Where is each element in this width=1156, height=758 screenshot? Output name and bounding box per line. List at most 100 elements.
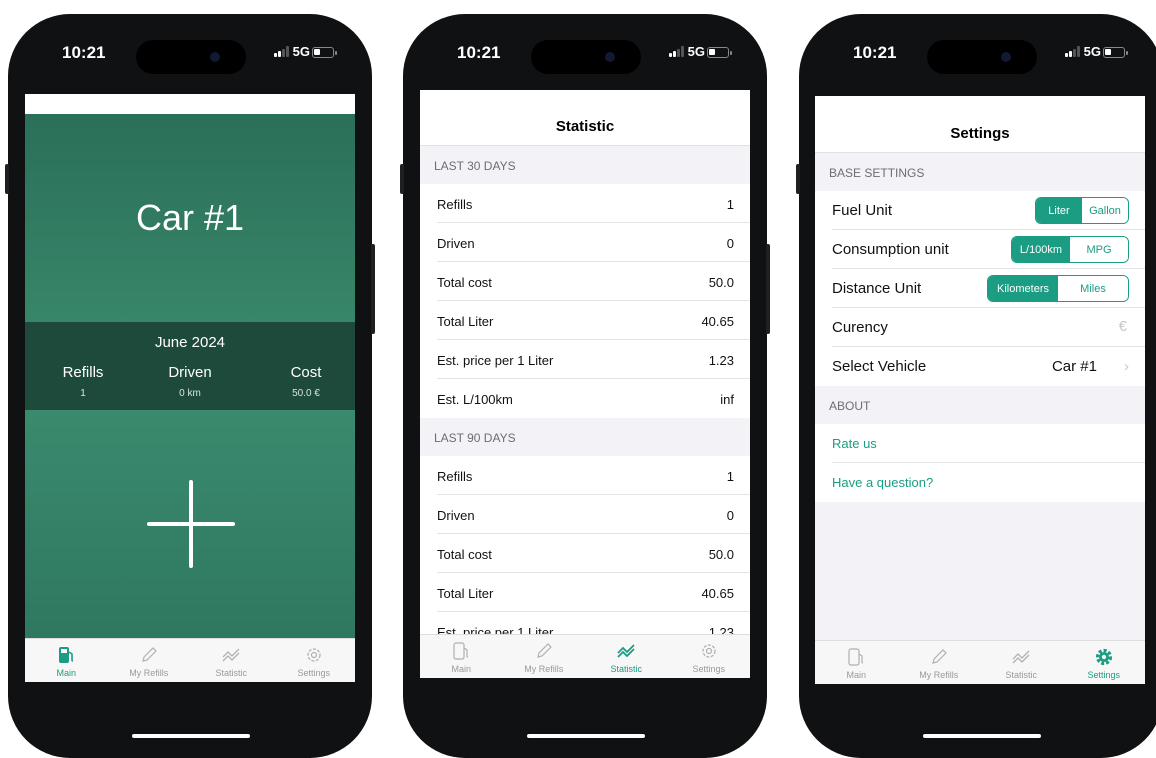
- consumption-option-l100km[interactable]: L/100km: [1012, 237, 1070, 262]
- tab-my-refills[interactable]: My Refills: [108, 639, 191, 682]
- fuel-unit-segmented-control: Liter Gallon: [1035, 197, 1129, 224]
- stat-label: Est. L/100km: [437, 392, 513, 407]
- gear-icon: [1095, 648, 1112, 666]
- consumption-unit-row: Consumption unit L/100km MPG: [815, 230, 1145, 269]
- add-refill-plus-icon[interactable]: [147, 480, 235, 568]
- status-time: 10:21: [62, 43, 106, 62]
- rate-us-link[interactable]: Rate us: [815, 424, 1145, 463]
- home-indicator[interactable]: [527, 734, 645, 738]
- tab-my-refills[interactable]: My Refills: [503, 635, 586, 678]
- tab-statistic[interactable]: Statistic: [585, 635, 668, 678]
- car-name: Car #1: [135, 197, 245, 238]
- distance-option-miles[interactable]: Miles: [1058, 276, 1128, 301]
- car-hero[interactable]: Car #1: [25, 114, 355, 322]
- tab-statistic[interactable]: Statistic: [190, 639, 273, 682]
- tab-statistic-label: Statistic: [1005, 670, 1037, 680]
- tab-settings-label: Settings: [297, 668, 331, 678]
- settings-screen: Settings BASE SETTINGS Fuel Unit Liter G…: [815, 96, 1145, 684]
- tab-bar: Main My Refills Statistic Settings: [815, 640, 1145, 684]
- phone-settings: 10:21 5G Settings BASE SETTINGS Fuel Uni…: [796, 14, 1156, 758]
- tab-my-refills-label: My Refills: [129, 668, 169, 678]
- tab-bar: Main My Refills Statistic Settings: [420, 634, 750, 678]
- stat-value: 50.0: [708, 275, 734, 290]
- fuel-unit-option-liter[interactable]: Liter: [1036, 198, 1082, 223]
- stat-label: Driven: [437, 236, 475, 251]
- statistic-screen: Statistic LAST 30 DAYS Refills 1 Driven 0 …: [420, 90, 750, 678]
- tab-main[interactable]: Main: [815, 641, 898, 684]
- tab-main-label: Main: [846, 670, 866, 680]
- tab-main[interactable]: Main: [25, 639, 108, 682]
- have-a-question-label: Have a question?: [832, 475, 934, 490]
- tab-main[interactable]: Main: [420, 635, 503, 678]
- page-title: Settings: [815, 96, 1145, 153]
- status-bar: 10:21 5G: [799, 34, 1156, 74]
- stat-value: 50.0: [708, 547, 734, 562]
- phone-main: 10:21 5G Car #1 June 2024 Refills 1 Driv…: [5, 14, 375, 758]
- rate-us-label: Rate us: [832, 436, 877, 451]
- gear-icon: [307, 648, 321, 662]
- pencil-icon: [536, 643, 552, 658]
- refills-label: Refills: [62, 364, 104, 381]
- stat-row: Total cost 50.0: [420, 534, 750, 573]
- add-refill-area[interactable]: [25, 410, 355, 638]
- fuel-unit-option-gallon[interactable]: Gallon: [1082, 198, 1128, 223]
- tab-settings[interactable]: Settings: [1063, 641, 1146, 684]
- select-vehicle-row[interactable]: Select Vehicle Car #1 ›: [815, 347, 1145, 386]
- signal-indicator: 5G: [1064, 44, 1101, 59]
- chart-line-icon: [617, 644, 635, 658]
- driven-summary: Driven 0 km: [160, 364, 220, 399]
- network-label: 5G: [687, 44, 705, 59]
- stat-row: Est. L/100km inf: [420, 379, 750, 418]
- stat-label: Driven: [437, 508, 475, 523]
- home-indicator[interactable]: [132, 734, 250, 738]
- stat-row: Est. price per 1 Liter 1.23: [420, 340, 750, 379]
- currency-label: Curency: [832, 319, 888, 336]
- tab-statistic-label: Statistic: [215, 668, 247, 678]
- stat-row: Total cost 50.0: [420, 262, 750, 301]
- stat-row: Driven 0: [420, 223, 750, 262]
- page-title: Statistic: [420, 90, 750, 146]
- tab-statistic[interactable]: Statistic: [980, 641, 1063, 684]
- consumption-unit-segmented-control: L/100km MPG: [1011, 236, 1129, 263]
- signal-indicator: 5G: [668, 44, 705, 59]
- pencil-icon: [141, 647, 157, 662]
- currency-row[interactable]: Curency €: [815, 308, 1145, 347]
- stat-value: 40.65: [701, 314, 734, 329]
- tab-my-refills[interactable]: My Refills: [898, 641, 981, 684]
- home-indicator[interactable]: [923, 734, 1041, 738]
- status-bar: 10:21 5G: [403, 34, 767, 74]
- cost-summary: Cost 50.0 €: [270, 364, 342, 399]
- stat-row: Total Liter 40.65: [420, 301, 750, 340]
- signal-icon: [668, 46, 684, 57]
- consumption-option-mpg[interactable]: MPG: [1070, 237, 1128, 262]
- stat-value: 0: [726, 236, 734, 251]
- tab-settings-label: Settings: [1087, 670, 1121, 680]
- currency-value: €: [1118, 318, 1127, 335]
- tab-statistic-label: Statistic: [610, 664, 642, 674]
- tab-settings[interactable]: Settings: [273, 639, 356, 682]
- tab-main-label: Main: [451, 664, 471, 674]
- stat-row: Refills 1: [420, 456, 750, 495]
- have-a-question-link[interactable]: Have a question?: [815, 463, 1145, 502]
- section-header-30-days: LAST 30 DAYS: [420, 146, 750, 184]
- stat-label: Refills: [437, 469, 473, 484]
- stat-label: Refills: [437, 197, 473, 212]
- distance-option-kilometers[interactable]: Kilometers: [988, 276, 1058, 301]
- chart-line-icon: [222, 648, 240, 662]
- driven-value: 0 km: [179, 388, 201, 399]
- selected-vehicle-value: Car #1: [1051, 358, 1097, 375]
- tab-main-label: Main: [56, 668, 76, 678]
- dynamic-island: [136, 40, 246, 74]
- cost-value: 50.0 €: [292, 388, 320, 399]
- stat-value: 40.65: [701, 586, 734, 601]
- tab-my-refills-label: My Refills: [524, 664, 564, 674]
- tab-settings[interactable]: Settings: [668, 635, 751, 678]
- section-header-base-settings: BASE SETTINGS: [815, 153, 1145, 191]
- refills-summary: Refills 1: [53, 364, 113, 399]
- summary-month: June 2024: [154, 334, 226, 351]
- stat-label: Total cost: [437, 275, 492, 290]
- tab-bar: Main My Refills Statistic Settings: [25, 638, 355, 682]
- tab-settings-label: Settings: [692, 664, 726, 674]
- main-screen: Car #1 June 2024 Refills 1 Driven 0 km C…: [25, 94, 355, 682]
- stat-row: Driven 0: [420, 495, 750, 534]
